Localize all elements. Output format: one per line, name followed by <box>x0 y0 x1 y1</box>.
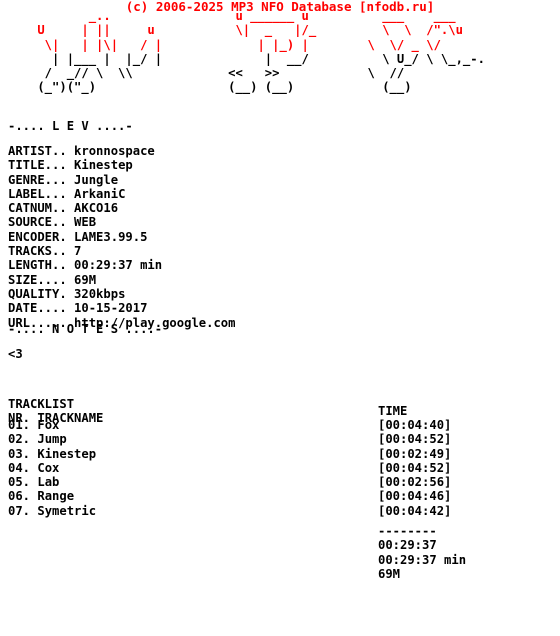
meta-value-encoder: LAME3.99.5 <box>74 229 148 244</box>
ascii-art-body: | |___ | |_/ | | __/ \ U_/ \ \_,_-. / _/… <box>37 51 485 95</box>
meta-label-tracks: TRACKS.. <box>8 244 67 259</box>
track-time: [00:04:40] <box>378 418 452 432</box>
meta-value-artist: kronnospace <box>74 144 155 158</box>
meta-label-catnum: CATNUM.. <box>8 201 67 216</box>
track-name: Fox <box>37 418 60 432</box>
meta-row-source: SOURCE.. WEB <box>8 215 96 229</box>
meta-value-tracks: 7 <box>74 244 82 259</box>
meta-row-label: LABEL... ArkaniC <box>8 187 125 201</box>
track-time: [00:02:49] <box>378 446 452 461</box>
notes-body: <3 <box>8 347 23 361</box>
totals-divider: -------- <box>378 524 437 538</box>
meta-row-encoder: ENCODER. LAME3.99.5 <box>8 230 147 244</box>
track-nr: 06. <box>8 489 31 504</box>
meta-value-title: Kinestep <box>74 158 133 173</box>
meta-label-title: TITLE... <box>8 158 67 173</box>
meta-row-artist: ARTIST.. kronnospace <box>8 144 155 158</box>
track-nr: 03. <box>8 446 31 461</box>
meta-label-date: DATE.... <box>8 301 67 316</box>
track-nr: 05. <box>8 475 31 490</box>
table-row: 05. Lab <box>8 475 96 489</box>
meta-row-date: DATE.... 10-15-2017 <box>8 301 147 315</box>
meta-label-artist: ARTIST.. <box>8 144 67 158</box>
tracklist-column-time: TIME <box>378 404 408 418</box>
meta-value-size: 69M <box>74 272 97 287</box>
ascii-art-accent: _.. u ______ u ___ ___ U | || u \| _ |/_… <box>37 9 463 52</box>
track-name: Range <box>37 489 75 504</box>
track-time: [00:04:52] <box>378 432 452 447</box>
totals-time: 00:29:37 <box>378 538 437 553</box>
meta-value-date: 10-15-2017 <box>74 301 148 316</box>
meta-value-label: ArkaniC <box>74 186 126 201</box>
table-row: 02. Jump <box>8 432 96 446</box>
meta-value-source: WEB <box>74 215 97 230</box>
tracklist-totals: -------- 00:29:37 00:29:37 min 69M <box>378 524 466 581</box>
meta-label-quality: QUALITY. <box>8 286 67 301</box>
meta-row-length: LENGTH.. 00:29:37 min <box>8 258 162 272</box>
track-nr: 01. <box>8 418 31 432</box>
table-row: 01. Fox <box>8 418 96 432</box>
meta-row-catnum: CATNUM.. AKCO16 <box>8 201 118 215</box>
table-row: 04. Cox <box>8 461 96 475</box>
meta-row-tracks: TRACKS.. 7 <box>8 244 81 258</box>
meta-label-genre: GENRE... <box>8 172 67 187</box>
track-name: Kinestep <box>37 446 97 461</box>
meta-value-quality: 320kbps <box>74 286 126 301</box>
totals-size: 69M <box>378 566 401 581</box>
release-section-title: -.... L E V ....- <box>8 119 133 133</box>
meta-value-catnum: AKCO16 <box>74 201 119 216</box>
meta-row-genre: GENRE... Jungle <box>8 173 118 187</box>
tracklist-times: [00:04:40] [00:04:52] [00:02:49] [00:04:52]… <box>378 418 451 518</box>
track-nr: 07. <box>8 503 31 518</box>
table-row: 07. Symetric <box>8 504 96 518</box>
track-time: [00:04:46] <box>378 489 452 504</box>
meta-label-size: SIZE.... <box>8 272 67 287</box>
track-time: [00:04:52] <box>378 460 452 475</box>
meta-value-length: 00:29:37 min <box>74 258 163 273</box>
meta-label-length: LENGTH.. <box>8 258 67 273</box>
track-nr: 02. <box>8 432 31 447</box>
tracklist-heading: TRACKLIST <box>8 397 75 411</box>
track-name: Lab <box>37 475 60 490</box>
track-name: Jump <box>37 432 67 447</box>
release-metadata: ARTIST.. kronnospace TITLE... Kinestep G… <box>8 144 235 330</box>
meta-value-genre: Jungle <box>74 172 119 187</box>
meta-row-title: TITLE... Kinestep <box>8 158 133 172</box>
table-row: 06. Range <box>8 489 96 503</box>
ascii-art-logo: _.. u ______ u ___ ___ U | || u \| _ |/_… <box>8 9 485 95</box>
notes-section-title: -.... N O T E S ....- <box>8 322 163 336</box>
meta-row-size: SIZE.... 69M <box>8 273 96 287</box>
track-time: [00:02:56] <box>378 475 452 490</box>
meta-label-encoder: ENCODER. <box>8 229 67 244</box>
tracklist-rows: 01. Fox 02. Jump 03. Kinestep 04. Cox 05. La… <box>8 418 96 518</box>
table-row: 03. Kinestep <box>8 447 96 461</box>
meta-row-quality: QUALITY. 320kbps <box>8 287 125 301</box>
track-time: [00:04:42] <box>378 503 452 518</box>
nfo-page: (c) 2006-2025 MP3 NFO Database [nfodb.ru… <box>0 0 560 636</box>
track-name: Symetric <box>37 503 97 518</box>
meta-label-source: SOURCE.. <box>8 215 67 230</box>
totals-length: 00:29:37 min <box>378 552 467 567</box>
track-nr: 04. <box>8 460 31 475</box>
track-name: Cox <box>37 460 60 475</box>
meta-label-label: LABEL... <box>8 186 67 201</box>
